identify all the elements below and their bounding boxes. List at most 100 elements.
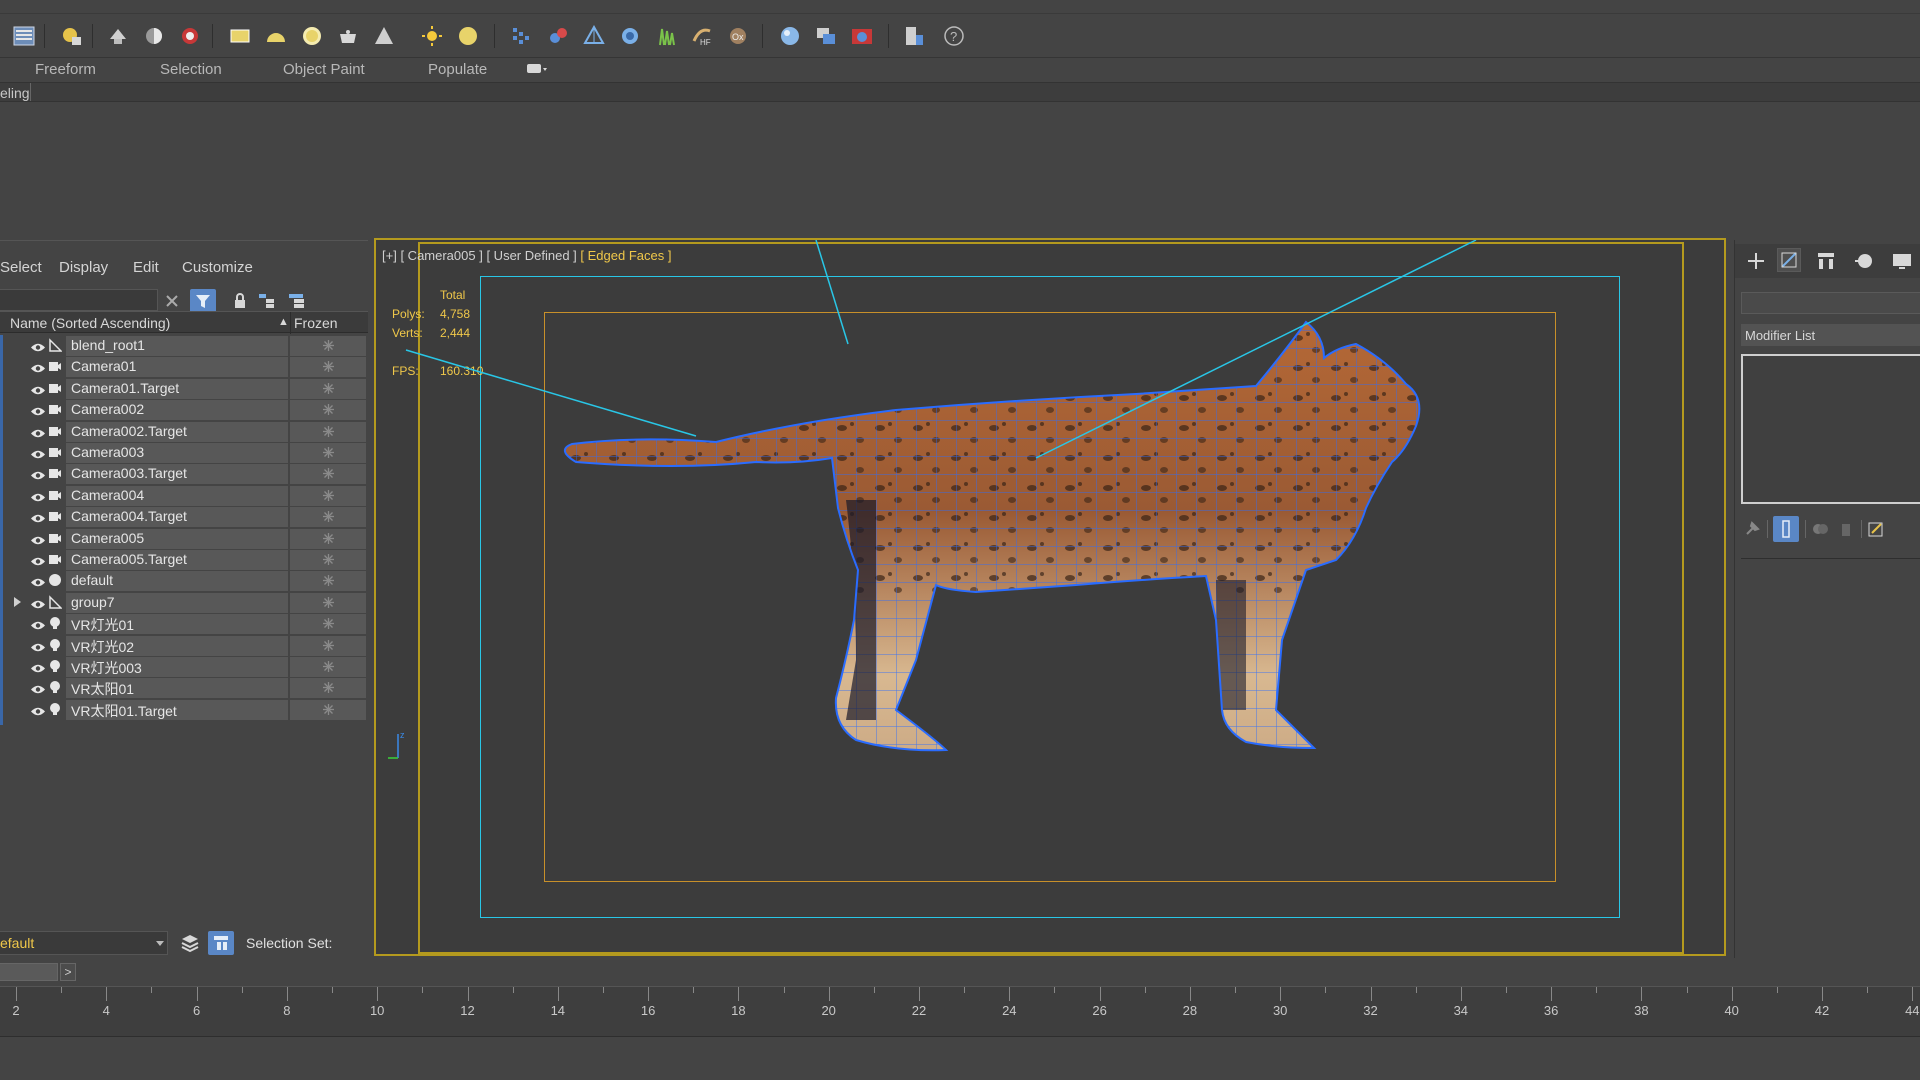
scene-object-row[interactable]: Camera002.Target xyxy=(0,421,368,442)
frozen-snowflake-icon[interactable] xyxy=(322,510,335,523)
scene-object-name[interactable]: default xyxy=(71,572,113,588)
scene-object-row[interactable]: VR太阳01.Target xyxy=(0,699,368,720)
time-slider[interactable]: > xyxy=(0,958,1920,984)
frozen-snowflake-icon[interactable] xyxy=(322,574,335,587)
vfb-icon[interactable] xyxy=(812,22,840,50)
filter-button[interactable] xyxy=(190,289,216,313)
make-unique-icon[interactable] xyxy=(1811,520,1829,538)
tab-selection[interactable]: Selection xyxy=(160,61,222,78)
render-frame-icon[interactable] xyxy=(140,22,168,50)
sort-ascending-icon[interactable]: ▲ xyxy=(278,316,289,328)
scene-object-name[interactable]: Camera002 xyxy=(71,401,144,417)
visibility-eye-icon[interactable] xyxy=(30,404,46,416)
hierarchy-expand-icon[interactable] xyxy=(258,293,276,309)
frozen-snowflake-icon[interactable] xyxy=(322,617,335,630)
visibility-eye-icon[interactable] xyxy=(30,640,46,651)
tab-populate[interactable]: Populate xyxy=(428,61,487,78)
layers-icon[interactable] xyxy=(180,933,200,953)
visibility-eye-icon[interactable] xyxy=(30,447,46,459)
scene-object-row[interactable]: Camera003 xyxy=(0,442,368,463)
scene-object-name[interactable]: VR太阳01.Target xyxy=(71,701,177,721)
menu-display[interactable]: Display xyxy=(59,259,108,276)
scene-object-name[interactable]: Camera003.Target xyxy=(71,465,187,481)
create-tab-icon[interactable] xyxy=(1745,250,1767,272)
visibility-eye-icon[interactable] xyxy=(30,511,46,523)
scene-object-row[interactable]: VR灯光01 xyxy=(0,613,368,635)
remove-modifier-icon[interactable] xyxy=(1837,520,1855,538)
render-setup-icon[interactable] xyxy=(104,22,132,50)
visibility-eye-icon[interactable] xyxy=(30,340,46,352)
scene-object-row[interactable]: Camera005 xyxy=(0,528,368,549)
scene-object-name[interactable]: blend_root1 xyxy=(71,337,145,353)
object-name-field[interactable] xyxy=(1741,292,1920,314)
track-bar[interactable]: 2 4 6 8 10 12 14 16 18 20 22 24 26 28 30 32 34 36 38 40 42 44 xyxy=(0,986,1920,1036)
visibility-eye-icon[interactable] xyxy=(30,682,46,694)
scene-object-name[interactable]: VR太阳01 xyxy=(71,679,134,699)
scene-object-name[interactable]: VR灯光01 xyxy=(71,615,134,635)
lynx-model[interactable]: z xyxy=(376,240,1724,954)
ribbon-options-icon[interactable] xyxy=(526,62,548,76)
viewport-camera005[interactable]: [+] [ Camera005 ] [ User Defined ] [ Edg… xyxy=(374,238,1726,956)
scene-object-name[interactable]: VR灯光003 xyxy=(71,658,142,678)
frozen-snowflake-icon[interactable] xyxy=(322,553,335,566)
frozen-snowflake-icon[interactable] xyxy=(322,446,335,459)
scene-object-name[interactable]: Camera01.Target xyxy=(71,380,179,396)
scene-object-name[interactable]: Camera004.Target xyxy=(71,508,187,524)
frozen-snowflake-icon[interactable] xyxy=(322,703,335,716)
scene-object-row[interactable]: VR灯光003 xyxy=(0,656,368,677)
fur-icon[interactable] xyxy=(544,22,572,50)
grass-icon[interactable] xyxy=(652,22,680,50)
visibility-eye-icon[interactable] xyxy=(30,468,46,480)
modify-tab-icon[interactable] xyxy=(1777,248,1801,272)
frozen-snowflake-icon[interactable] xyxy=(322,425,335,438)
visibility-eye-icon[interactable] xyxy=(30,618,46,630)
scene-object-row[interactable]: Camera01.Target xyxy=(0,378,368,399)
frozen-snowflake-icon[interactable] xyxy=(322,532,335,545)
ornatrix-icon[interactable]: Ox xyxy=(724,22,752,50)
hair-icon[interactable]: HF xyxy=(688,22,716,50)
scene-object-row[interactable]: Camera004.Target xyxy=(0,506,368,528)
help-icon[interactable]: ? xyxy=(940,22,968,50)
scene-object-row[interactable]: Camera01 xyxy=(0,356,368,378)
time-slider-thumb[interactable] xyxy=(0,963,58,981)
scene-object-row[interactable]: VR灯光02 xyxy=(0,635,368,656)
material-editor-icon[interactable] xyxy=(58,22,86,50)
frozen-snowflake-icon[interactable] xyxy=(322,681,335,694)
column-frozen-header[interactable]: Frozen xyxy=(294,315,338,331)
proxy-icon[interactable] xyxy=(508,22,536,50)
teapot-create-icon[interactable] xyxy=(334,22,362,50)
scene-object-row[interactable]: default xyxy=(0,570,368,592)
visibility-eye-icon[interactable] xyxy=(30,661,46,673)
frozen-snowflake-icon[interactable] xyxy=(322,660,335,673)
scene-object-name[interactable]: Camera01 xyxy=(71,358,136,374)
tools-icon[interactable] xyxy=(900,22,928,50)
vray-render-icon[interactable] xyxy=(848,22,876,50)
frozen-snowflake-icon[interactable] xyxy=(322,467,335,480)
scene-object-name[interactable]: Camera005.Target xyxy=(71,551,187,567)
scene-object-row[interactable]: Camera002 xyxy=(0,399,368,421)
globe-icon[interactable] xyxy=(776,22,804,50)
cone-create-icon[interactable] xyxy=(370,22,398,50)
menu-customize[interactable]: Customize xyxy=(182,259,253,276)
menu-select[interactable]: Select xyxy=(0,259,42,276)
scene-explorer-icon[interactable] xyxy=(10,22,38,50)
frozen-snowflake-icon[interactable] xyxy=(322,339,335,352)
frozen-snowflake-icon[interactable] xyxy=(322,639,335,652)
visibility-eye-icon[interactable] xyxy=(30,575,46,587)
scatter-icon[interactable] xyxy=(616,22,644,50)
frozen-snowflake-icon[interactable] xyxy=(322,403,335,416)
layer-dropdown[interactable]: efault xyxy=(0,931,168,955)
visibility-eye-icon[interactable] xyxy=(30,490,46,502)
scene-object-row[interactable]: Camera003.Target xyxy=(0,463,368,485)
search-input[interactable] xyxy=(0,289,158,311)
motion-tab-icon[interactable] xyxy=(1853,250,1875,272)
column-name-header[interactable]: Name (Sorted Ascending) xyxy=(10,315,170,331)
scene-object-row[interactable]: group7 xyxy=(0,592,368,613)
visibility-eye-icon[interactable] xyxy=(30,533,46,544)
ribbon-panel-label[interactable]: eling xyxy=(0,85,30,101)
modifier-list-dropdown[interactable]: Modifier List xyxy=(1741,324,1920,346)
pin-stack-icon[interactable] xyxy=(1743,520,1761,538)
hierarchy-collapse-icon[interactable] xyxy=(288,293,306,309)
next-frame-button[interactable]: > xyxy=(60,963,76,981)
show-end-result-button[interactable] xyxy=(1773,516,1799,542)
